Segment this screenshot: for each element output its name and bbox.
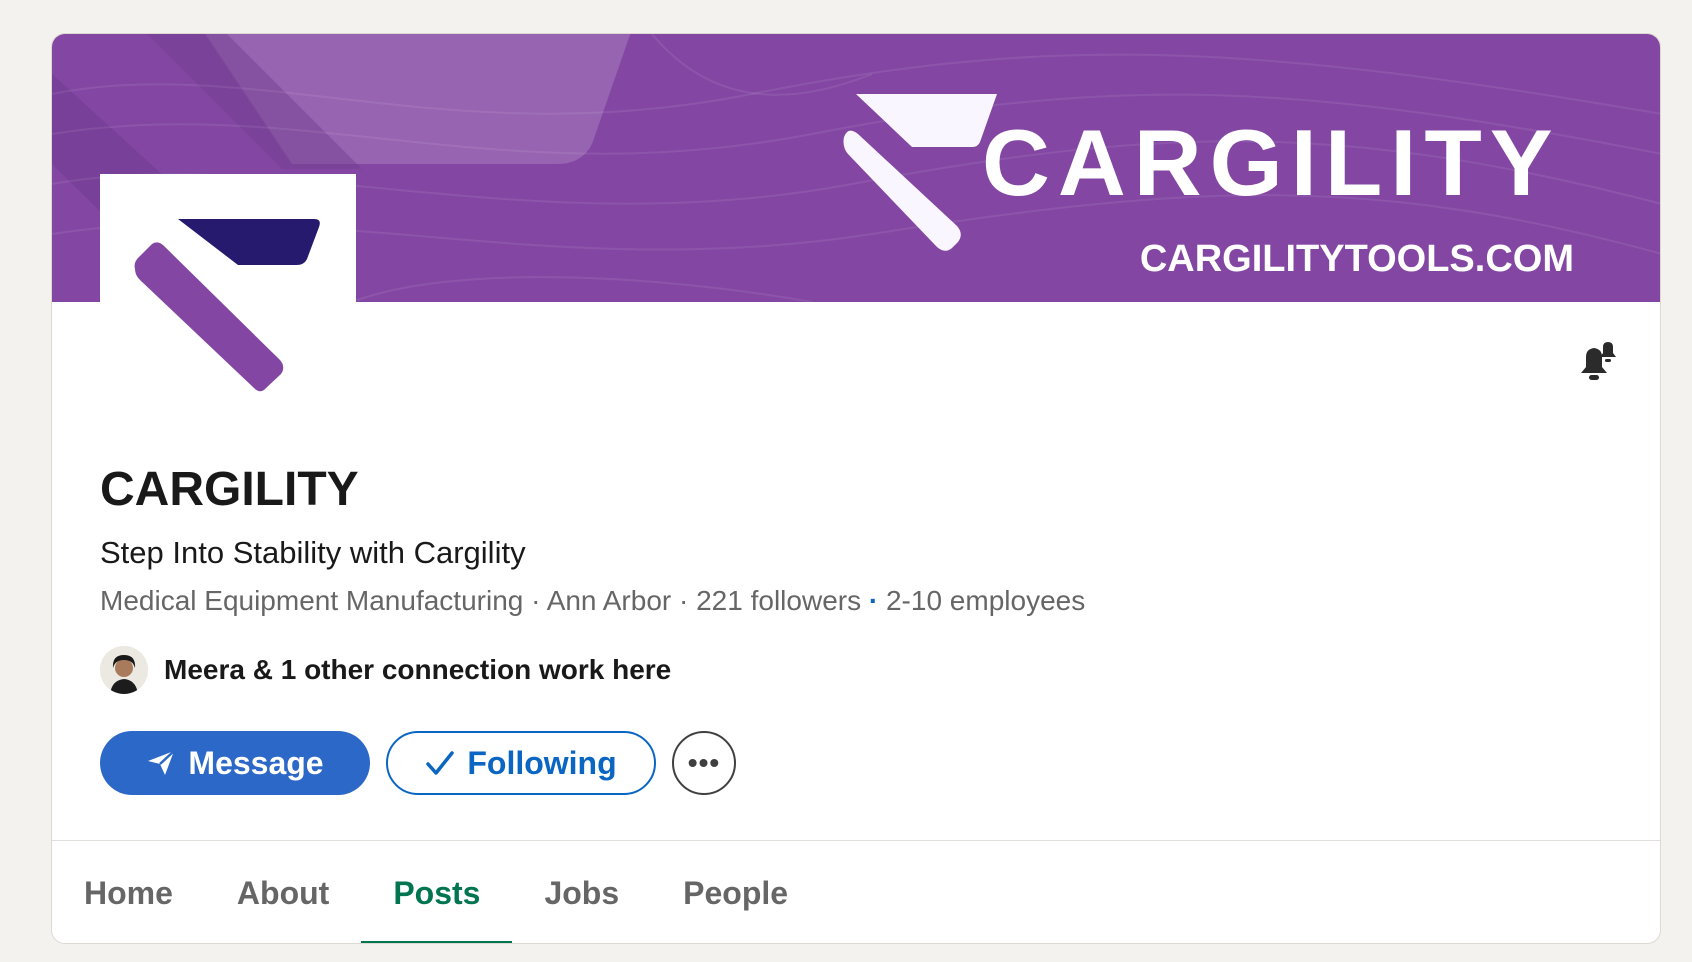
industry-text: Medical Equipment Manufacturing (100, 585, 524, 616)
more-options-button[interactable]: ••• (672, 731, 736, 795)
meta-separator: · (531, 585, 541, 616)
tab-posts[interactable]: Posts (361, 841, 513, 943)
company-meta-line: Medical Equipment Manufacturing · Ann Ar… (100, 587, 1085, 615)
company-name: CARGILITY (100, 463, 359, 516)
tab-label: Home (84, 874, 173, 911)
tab-people[interactable]: People (651, 841, 820, 943)
page-tabs: Home About Posts Jobs People (52, 841, 1660, 943)
following-button-label: Following (467, 744, 617, 781)
bell-plus-icon (1581, 342, 1616, 380)
tab-home[interactable]: Home (52, 841, 205, 943)
company-logo[interactable] (100, 174, 356, 430)
employees-link[interactable]: 2-10 employees (886, 585, 1085, 616)
checkmark-icon (425, 749, 455, 777)
message-button-label: Message (188, 744, 324, 781)
banner-brand-text: CARGILITY (982, 110, 1561, 215)
meta-separator: · (868, 585, 879, 616)
banner-website-text: CARGILITYTOOLS.COM (1139, 238, 1574, 280)
meta-separator: · (679, 585, 689, 616)
ellipsis-icon: ••• (687, 747, 721, 778)
logo-mark-icon (134, 219, 320, 392)
avatar (100, 646, 148, 694)
action-buttons: Message Following ••• (100, 731, 736, 795)
connections-row[interactable]: Meera & 1 other connection work here (100, 646, 671, 694)
tab-label: Posts (393, 874, 481, 911)
following-button[interactable]: Following (386, 731, 656, 795)
message-button[interactable]: Message (100, 731, 370, 795)
notification-bell-button[interactable] (1572, 341, 1620, 387)
tab-label: People (683, 874, 789, 911)
connections-text: Meera & 1 other connection work here (164, 654, 672, 685)
person-avatar-icon (100, 646, 148, 694)
tab-label: Jobs (544, 874, 620, 911)
company-tagline: Step Into Stability with Cargility (100, 535, 526, 570)
company-profile-card: CARGILITY CARGILITYTOOLS.COM CARGILITY S… (51, 33, 1661, 944)
send-icon (146, 749, 176, 777)
tab-about[interactable]: About (205, 841, 361, 943)
location-text: Ann Arbor (546, 585, 672, 616)
tab-jobs[interactable]: Jobs (512, 841, 651, 943)
followers-link[interactable]: 221 followers (696, 585, 861, 616)
tab-label: About (236, 874, 330, 911)
